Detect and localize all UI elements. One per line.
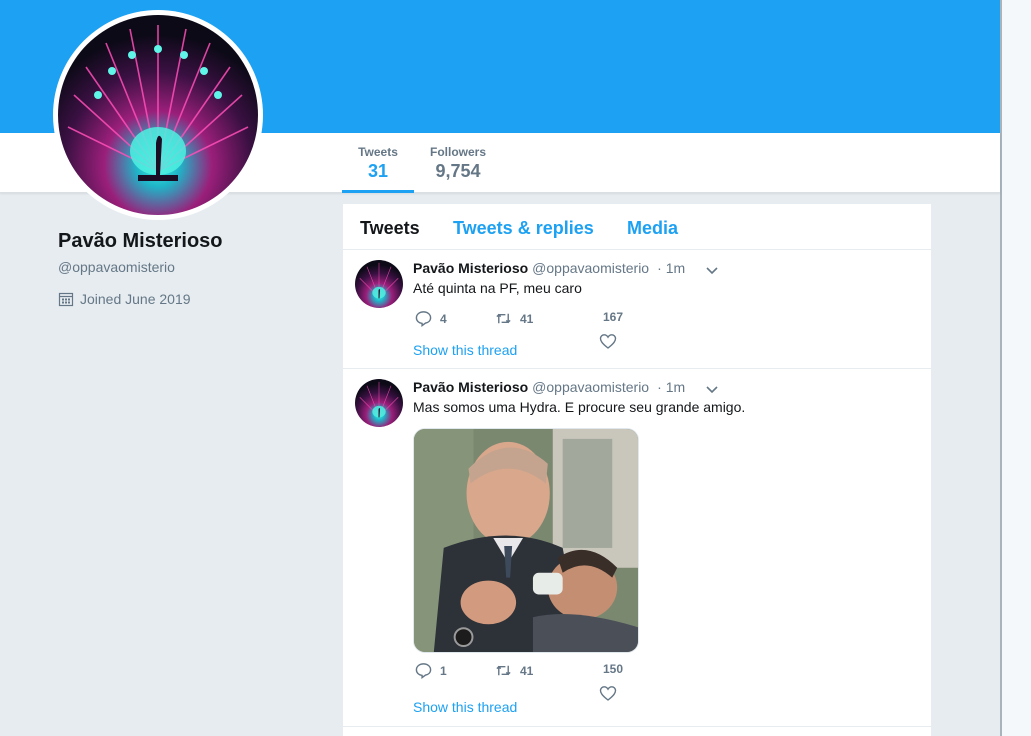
tweet[interactable]: Pavão Misterioso @oppavaomisterio · 1m A… xyxy=(343,250,931,369)
retweet-count: 41 xyxy=(520,311,534,326)
tweet-avatar[interactable] xyxy=(355,379,403,427)
tweet-author-name[interactable]: Pavão Misterioso xyxy=(413,379,528,395)
tweet-author-handle[interactable]: @oppavaomisterio xyxy=(532,260,649,276)
like-count: 167 xyxy=(603,310,624,324)
peacock-icon xyxy=(359,262,399,299)
reply-button[interactable]: 1 xyxy=(415,662,447,679)
reply-icon xyxy=(415,311,432,327)
joined-date: Joined June 2019 xyxy=(80,291,191,307)
tab-tweets-and-replies[interactable]: Tweets & replies xyxy=(453,218,594,239)
reply-count: 1 xyxy=(440,663,447,678)
heart-icon[interactable] xyxy=(599,684,617,702)
reply-button[interactable]: 4 xyxy=(415,310,447,327)
tweet-media-photo[interactable] xyxy=(413,428,639,653)
tweet-actions: 4 41 167 xyxy=(413,310,653,349)
show-thread-link[interactable]: Show this thread xyxy=(413,342,517,358)
timeline: Tweets Tweets & replies Media Pavão Mist… xyxy=(343,204,931,736)
tweet-header: Pavão Misterioso @oppavaomisterio · 1m xyxy=(413,379,685,395)
calendar-icon xyxy=(58,292,74,307)
reply-count: 4 xyxy=(440,311,447,326)
stat-followers-label: Followers xyxy=(429,145,486,159)
heart-icon[interactable] xyxy=(599,332,617,350)
timeline-tabs: Tweets Tweets & replies Media xyxy=(343,204,931,250)
tab-tweets[interactable]: Tweets xyxy=(360,218,420,239)
profile-handle: @oppavaomisterio xyxy=(58,259,175,275)
chevron-down-icon[interactable] xyxy=(705,382,719,396)
stat-tweets[interactable]: Tweets 31 xyxy=(342,145,414,193)
profile-avatar[interactable] xyxy=(53,10,263,220)
tweet-actions: 1 41 150 xyxy=(413,662,653,701)
window-edge xyxy=(1000,0,1031,736)
tweet-timestamp[interactable]: 1m xyxy=(666,379,685,395)
retweet-button[interactable]: 41 xyxy=(495,310,533,327)
peacock-icon xyxy=(359,381,399,418)
tweet-header: Pavão Misterioso @oppavaomisterio · 1m xyxy=(413,260,685,276)
tweet-text: Mas somos uma Hydra. E procure seu grand… xyxy=(413,399,746,415)
tab-media[interactable]: Media xyxy=(627,218,678,239)
tweet-author-handle[interactable]: @oppavaomisterio xyxy=(532,379,649,395)
stat-tweets-value: 31 xyxy=(367,161,389,181)
retweet-button[interactable]: 41 xyxy=(495,662,533,679)
tweet-separator: · xyxy=(657,379,662,395)
profile-joined: Joined June 2019 xyxy=(58,291,191,307)
tweet-timestamp[interactable]: 1m xyxy=(666,260,685,276)
photo-image xyxy=(414,429,638,652)
reply-icon xyxy=(415,663,432,679)
tweet-text: Até quinta na PF, meu caro xyxy=(413,280,582,296)
tweet-separator: · xyxy=(657,260,662,276)
profile-name: Pavão Misterioso xyxy=(58,230,223,252)
retweet-count: 41 xyxy=(520,663,534,678)
tweet[interactable]: Pavão Misterioso @oppavaomisterio · 1m M… xyxy=(343,369,931,727)
stat-tweets-label: Tweets xyxy=(358,145,398,159)
tweet-avatar[interactable] xyxy=(355,260,403,308)
peacock-icon xyxy=(67,25,249,181)
peacock-avatar-image xyxy=(58,15,258,215)
retweet-icon xyxy=(496,665,511,676)
stat-followers-value: 9,754 xyxy=(435,161,481,181)
tweet-author-name[interactable]: Pavão Misterioso xyxy=(413,260,528,276)
chevron-down-icon[interactable] xyxy=(705,263,719,277)
stat-followers[interactable]: Followers 9,754 xyxy=(429,145,487,182)
like-count: 150 xyxy=(603,662,624,676)
retweet-icon xyxy=(496,313,511,324)
show-thread-link[interactable]: Show this thread xyxy=(413,699,517,715)
